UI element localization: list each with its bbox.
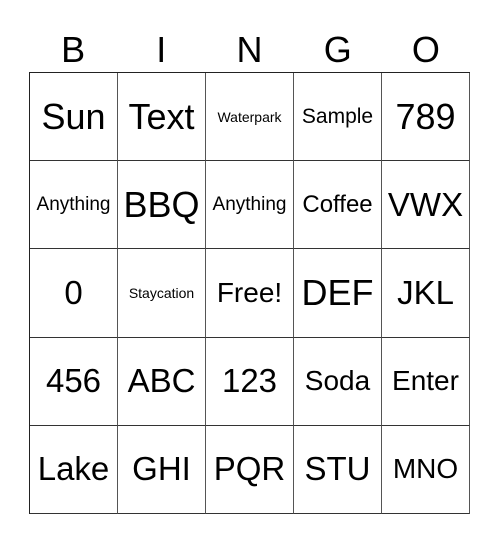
header-letter-o: O [411,29,440,70]
bingo-cell[interactable]: VWX [382,161,470,250]
bingo-cell[interactable]: STU [294,425,382,514]
bingo-cell[interactable]: DEF [294,249,382,338]
bingo-header: B I N G O [29,28,470,72]
bingo-cell[interactable]: Enter [382,337,470,426]
bingo-cell[interactable]: BBQ [118,161,206,250]
header-letter-b: B [61,29,86,70]
header-letter-n: N [236,29,263,70]
free-space-cell[interactable]: Free! [206,249,294,338]
bingo-cell[interactable]: 789 [382,73,470,162]
header-letter-g: G [323,29,352,70]
bingo-cell[interactable]: Text [118,73,206,162]
bingo-cell[interactable]: Anything [206,161,294,250]
bingo-grid: Sun Text Waterpark Sample 789 Anything B… [29,72,470,514]
bingo-cell[interactable]: 123 [206,337,294,426]
header-letter-i: I [156,29,167,70]
bingo-cell[interactable]: 456 [30,337,118,426]
bingo-cell[interactable]: Coffee [294,161,382,250]
bingo-cell[interactable]: Soda [294,337,382,426]
bingo-cell[interactable]: Sample [294,73,382,162]
bingo-cell[interactable]: GHI [118,425,206,514]
bingo-cell[interactable]: ABC [118,337,206,426]
bingo-cell[interactable]: Lake [30,425,118,514]
bingo-cell[interactable]: JKL [382,249,470,338]
bingo-cell[interactable]: Sun [30,73,118,162]
bingo-cell[interactable]: Waterpark [206,73,294,162]
bingo-cell[interactable]: PQR [206,425,294,514]
bingo-cell[interactable]: 0 [30,249,118,338]
bingo-cell[interactable]: Staycation [118,249,206,338]
bingo-cell[interactable]: Anything [30,161,118,250]
bingo-cell[interactable]: MNO [382,425,470,514]
